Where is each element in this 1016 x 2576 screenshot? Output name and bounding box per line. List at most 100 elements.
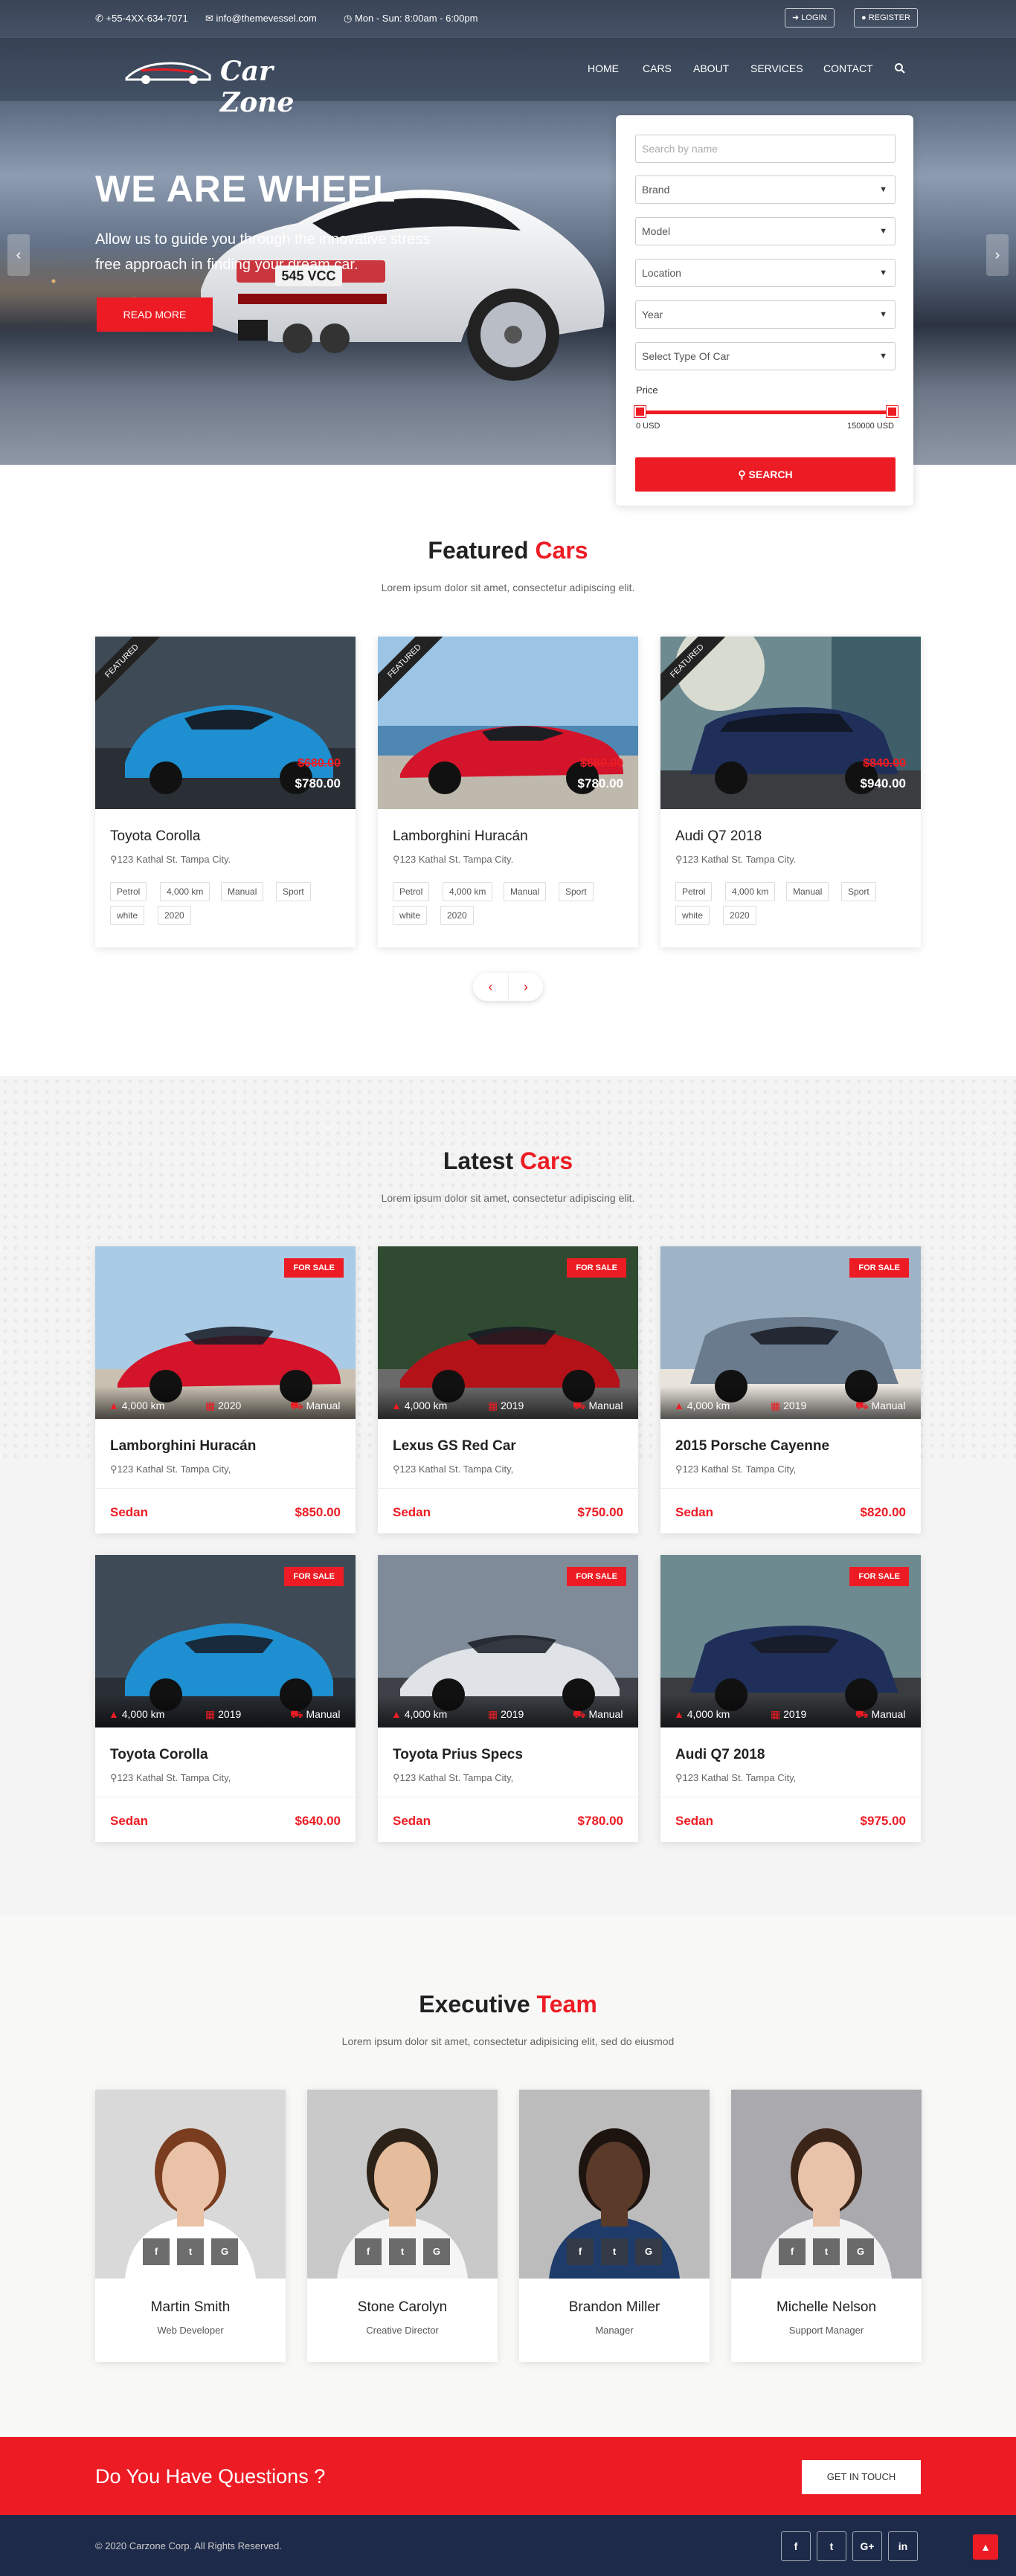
nav-services[interactable]: SERVICES: [750, 62, 803, 74]
latest-car-card[interactable]: FOR SALE ▲ 4,000 km ▦ 2020 ⛟ Manual Lamborgh…: [95, 1246, 356, 1533]
nav-contact[interactable]: CONTACT: [823, 62, 873, 74]
tag: Sport: [276, 882, 311, 901]
featured-car-card[interactable]: FEATURED $680.00 $780.00 Lamborghini Hur…: [378, 637, 638, 947]
team-photo: ftG: [95, 2090, 286, 2279]
car-type: Sedan: [393, 1505, 431, 1519]
twitter-icon[interactable]: t: [813, 2238, 840, 2265]
calendar-icon: ▦: [205, 1708, 219, 1720]
get-in-touch-button[interactable]: GET IN TOUCH: [802, 2460, 921, 2494]
register-button[interactable]: ● REGISTER: [854, 8, 918, 28]
car-address: ⚲123 Kathal St. Tampa City,: [110, 1772, 231, 1784]
login-label: LOGIN: [801, 13, 827, 22]
car-name[interactable]: Toyota Prius Specs: [393, 1747, 523, 1763]
car-photo: FEATURED $680.00 $780.00: [378, 637, 638, 809]
mileage-spec: ▲ 4,000 km: [391, 1708, 447, 1720]
divider: [378, 1488, 638, 1489]
car-name[interactable]: Lexus GS Red Car: [393, 1438, 516, 1455]
google-plus-icon[interactable]: G+: [852, 2531, 882, 2561]
divider: [660, 1488, 921, 1489]
car-type-select[interactable]: Select Type Of Car ▼: [635, 342, 896, 370]
tag: Manual: [504, 882, 547, 901]
mileage-spec: ▲ 4,000 km: [109, 1708, 164, 1720]
car-type: Sedan: [110, 1505, 149, 1519]
facebook-icon[interactable]: f: [143, 2238, 170, 2265]
main-navbar: Car Zone HOME CARS ABOUT SERVICES CONTAC…: [0, 37, 1016, 118]
model-select[interactable]: Model ▼: [635, 217, 896, 245]
price-max-value: 150000 USD: [847, 422, 894, 431]
team-photo: ftG: [519, 2090, 710, 2279]
price: $780.00: [295, 776, 341, 790]
latest-car-card[interactable]: FOR SALE ▲ 4,000 km ▦ 2019 ⛟ Manual Toyota C…: [95, 1555, 356, 1842]
twitter-icon[interactable]: t: [601, 2238, 628, 2265]
car-photo: FOR SALE ▲ 4,000 km ▦ 2019 ⛟ Manual: [378, 1246, 638, 1419]
back-to-top-button[interactable]: ▲: [973, 2534, 998, 2560]
search-name-input[interactable]: Search by name: [635, 135, 896, 163]
address-text: 123 Kathal St. Tampa City.: [682, 854, 797, 865]
featured-car-card[interactable]: FEATURED $680.00 $780.00 Toyota Corolla …: [95, 637, 356, 947]
car-name[interactable]: Audi Q7 2018: [675, 828, 762, 845]
google-icon[interactable]: G: [423, 2238, 450, 2265]
member-role: Web Developer: [157, 2325, 224, 2336]
car-icon: ⛟: [573, 1708, 589, 1720]
facebook-icon[interactable]: f: [355, 2238, 382, 2265]
carousel-prev-button[interactable]: ‹: [473, 973, 508, 1001]
nav-cars[interactable]: CARS: [643, 62, 672, 74]
login-button[interactable]: ➜ LOGIN: [785, 8, 835, 28]
featured-car-card[interactable]: FEATURED $840.00 $940.00 Audi Q7 2018 ⚲1…: [660, 637, 921, 947]
car-name[interactable]: Audi Q7 2018: [675, 1747, 765, 1763]
latest-car-card[interactable]: FOR SALE ▲ 4,000 km ▦ 2019 ⛟ Manual Audi Q7 …: [660, 1555, 921, 1842]
latest-car-card[interactable]: FOR SALE ▲ 4,000 km ▦ 2019 ⛟ Manual 2015 Por…: [660, 1246, 921, 1533]
road-icon: ▲: [391, 1400, 405, 1411]
team-member-card: f t G Michelle Nelson Support Manager: [731, 2090, 922, 2362]
spec-bar: ▲ 4,000 km ▦ 2019 ⛟ Manual: [95, 1695, 356, 1727]
carousel-next-button[interactable]: ›: [508, 973, 543, 1001]
team-member-card: f t G Martin Smith Web Developer: [95, 2090, 286, 2362]
transmission-spec: ⛟ Manual: [573, 1708, 623, 1722]
brand-select[interactable]: Brand ▼: [635, 176, 896, 204]
transmission-value: Manual: [871, 1400, 906, 1411]
price-slider-max-handle[interactable]: [887, 406, 898, 417]
address-text: 123 Kathal St. Tampa City,: [399, 1464, 514, 1475]
price-slider-min-handle[interactable]: [634, 406, 646, 417]
twitter-icon[interactable]: t: [177, 2238, 204, 2265]
twitter-icon[interactable]: t: [389, 2238, 416, 2265]
latest-car-card[interactable]: FOR SALE ▲ 4,000 km ▦ 2019 ⛟ Manual Toyota P…: [378, 1555, 638, 1842]
car-photo: FOR SALE ▲ 4,000 km ▦ 2019 ⛟ Manual: [95, 1555, 356, 1727]
hero-next-arrow[interactable]: ›: [986, 234, 1009, 276]
facebook-icon[interactable]: f: [567, 2238, 594, 2265]
car-name[interactable]: Lamborghini Huracán: [110, 1438, 256, 1455]
clock-icon: ◷: [344, 13, 355, 24]
facebook-icon[interactable]: f: [779, 2238, 806, 2265]
car-name[interactable]: Lamborghini Huracán: [393, 828, 528, 845]
google-icon[interactable]: G: [847, 2238, 874, 2265]
address-text: 123 Kathal St. Tampa City.: [399, 854, 514, 865]
search-panel: Search by name Brand ▼ Model ▼ Location ▼ Y…: [616, 115, 913, 506]
google-icon[interactable]: G: [635, 2238, 662, 2265]
google-icon[interactable]: G: [211, 2238, 238, 2265]
hero-prev-arrow[interactable]: ‹: [7, 234, 30, 276]
nav-home[interactable]: HOME: [588, 62, 619, 74]
read-more-button[interactable]: READ MORE: [97, 297, 213, 332]
location-select[interactable]: Location ▼: [635, 259, 896, 287]
price-slider-track[interactable]: [640, 410, 893, 414]
year-spec: ▦ 2020: [205, 1400, 241, 1412]
year-select[interactable]: Year ▼: [635, 300, 896, 329]
year-spec: ▦ 2019: [771, 1400, 806, 1412]
mileage-value: 4,000 km: [404, 1708, 448, 1720]
nav-about[interactable]: ABOUT: [693, 62, 729, 74]
email-info[interactable]: ✉ info@themevessel.com: [205, 13, 317, 25]
logo[interactable]: Car Zone: [119, 53, 342, 118]
search-icon[interactable]: [894, 62, 906, 74]
latest-car-card[interactable]: FOR SALE ▲ 4,000 km ▦ 2019 ⛟ Manual Lexus GS…: [378, 1246, 638, 1533]
twitter-icon[interactable]: t: [817, 2531, 846, 2561]
address-text: 123 Kathal St. Tampa City,: [399, 1772, 514, 1783]
car-name[interactable]: Toyota Corolla: [110, 1747, 208, 1763]
facebook-icon[interactable]: f: [781, 2531, 811, 2561]
latest-title-accent: Cars: [519, 1147, 573, 1174]
car-price: $640.00: [295, 1814, 341, 1828]
search-button[interactable]: ⚲ SEARCH: [635, 457, 896, 492]
car-name[interactable]: Toyota Corolla: [110, 828, 200, 845]
latest-subtitle: Lorem ipsum dolor sit amet, consectetur …: [381, 1192, 635, 1204]
linkedin-icon[interactable]: in: [888, 2531, 918, 2561]
car-name[interactable]: 2015 Porsche Cayenne: [675, 1438, 829, 1455]
